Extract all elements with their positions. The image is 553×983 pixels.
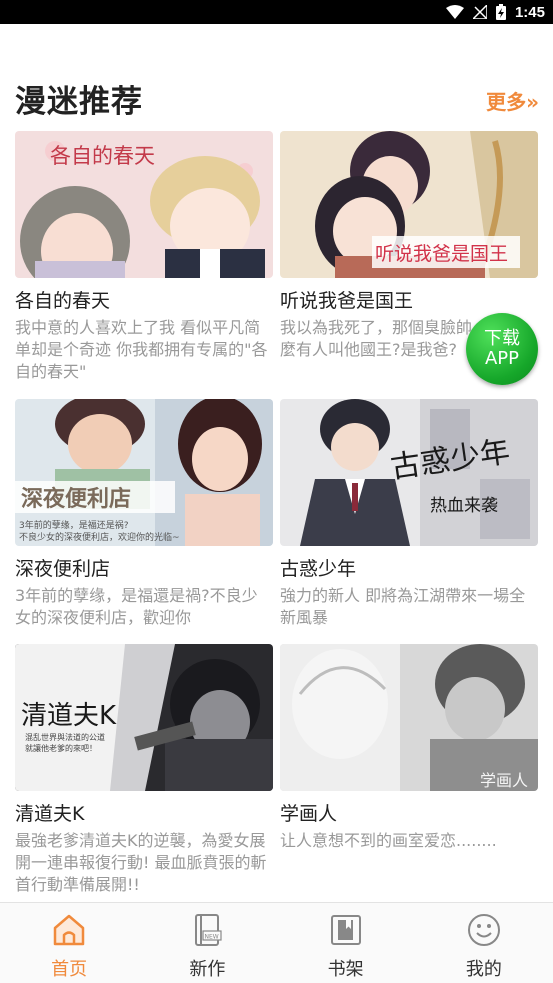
comic-title[interactable]: 各自的春天 xyxy=(15,290,273,312)
tab-label: 新作 xyxy=(189,959,226,980)
wifi-icon xyxy=(445,5,464,19)
cover-title-text: 学画人 xyxy=(480,771,528,790)
comic-cover[interactable]: 深夜便利店 3年前的孽缘，是福还是祸? 不良少女的深夜便利店，欢迎你的光临~ xyxy=(15,399,273,546)
download-app-label-2: APP xyxy=(484,348,520,369)
cover-caption: 混乱世界與法道的公道 xyxy=(25,732,105,742)
download-app-label-1: 下载 xyxy=(484,328,520,349)
new-book-icon: NEW xyxy=(195,914,222,946)
cover-caption: 热血来袭 xyxy=(430,496,498,516)
comic-cover[interactable]: 听说我爸是国王 xyxy=(280,131,538,278)
comic-title[interactable]: 听说我爸是国王 xyxy=(280,290,538,312)
comic-description: 我中意的人喜欢上了我 看似平凡简单却是个奇迹 你我都拥有专属的"各自的春天" xyxy=(15,318,268,381)
tab-label: 书架 xyxy=(327,959,364,980)
cover-title-text: 各自的春天 xyxy=(50,144,155,168)
svg-text:NEW: NEW xyxy=(205,934,219,941)
comic-cover[interactable]: 学画人 xyxy=(280,644,538,791)
comic-title[interactable]: 清道夫K xyxy=(15,803,273,825)
comic-card[interactable]: 深夜便利店 3年前的孽缘，是福还是祸? 不良少女的深夜便利店，欢迎你的光临~ 深… xyxy=(15,399,273,651)
tab-bookshelf[interactable]: 书架 xyxy=(277,903,415,983)
download-app-button[interactable]: 下载 APP xyxy=(466,313,538,385)
comic-description: 強力的新人 即將為江湖帶來一場全新風暴 xyxy=(280,586,526,627)
comic-title[interactable]: 古惑少年 xyxy=(280,558,538,580)
tab-label: 我的 xyxy=(465,959,502,980)
cover-title-text: 清道夫K xyxy=(21,701,117,731)
comic-card[interactable]: 各自的春天 各自的春天 我中意的人喜欢上了我 看似平凡简单却是个奇迹 你我都拥有… xyxy=(15,131,273,383)
home-icon xyxy=(53,914,85,946)
cover-title-text: 听说我爸是国王 xyxy=(375,243,508,265)
comic-description: 3年前的孽缘，是福還是禍?不良少女的深夜便利店，歡迎你 xyxy=(15,586,258,627)
comic-title[interactable]: 深夜便利店 xyxy=(15,558,273,580)
comic-cover[interactable]: 各自的春天 xyxy=(15,131,273,278)
bookshelf-icon xyxy=(330,915,361,945)
smiley-profile-icon xyxy=(467,914,500,946)
cover-caption: 不良少女的深夜便利店，欢迎你的光临~ xyxy=(19,531,180,543)
comic-card[interactable]: 学画人 学画人 让人意想不到的画室爱恋........ xyxy=(280,644,538,896)
comic-description: 让人意想不到的画室爱恋........ xyxy=(280,831,497,850)
comic-card[interactable]: 清道夫K 混乱世界與法道的公道 就讓他老爹的來吧！ 清道夫K 最強老爹清道夫K的… xyxy=(15,644,273,896)
comic-cover[interactable]: 古惑少年 热血来袭 xyxy=(280,399,538,546)
more-link[interactable]: 更多» xyxy=(486,86,539,115)
cover-caption: 3年前的孽缘，是福还是祸? xyxy=(19,519,129,531)
comic-description: 最強老爹清道夫K的逆襲，為愛女展開一連串報復行動! 最血脈賁張的斬首行動準備展開… xyxy=(15,831,267,894)
tab-profile[interactable]: 我的 xyxy=(415,903,553,983)
cover-caption: 就讓他老爹的來吧！ xyxy=(25,743,97,753)
comic-card[interactable]: 古惑少年 热血来袭 古惑少年 強力的新人 即將為江湖帶來一場全新風暴 xyxy=(280,399,538,651)
tab-new[interactable]: NEW 新作 xyxy=(138,903,276,983)
status-icons: 1:45 xyxy=(445,2,545,22)
no-signal-icon xyxy=(472,5,487,19)
status-bar: 1:45 xyxy=(0,0,553,24)
comic-cover[interactable]: 清道夫K 混乱世界與法道的公道 就讓他老爹的來吧！ xyxy=(15,644,273,791)
tab-home[interactable]: 首页 xyxy=(0,903,138,983)
comic-title[interactable]: 学画人 xyxy=(280,803,538,825)
cover-title-text: 深夜便利店 xyxy=(21,486,131,512)
tab-label: 首页 xyxy=(51,959,88,980)
bottom-tab-bar: 首页 NEW 新作 书架 我的 xyxy=(0,902,553,983)
section-title: 漫迷推荐 xyxy=(15,84,143,120)
battery-charging-icon xyxy=(495,4,506,20)
status-time: 1:45 xyxy=(514,3,545,21)
